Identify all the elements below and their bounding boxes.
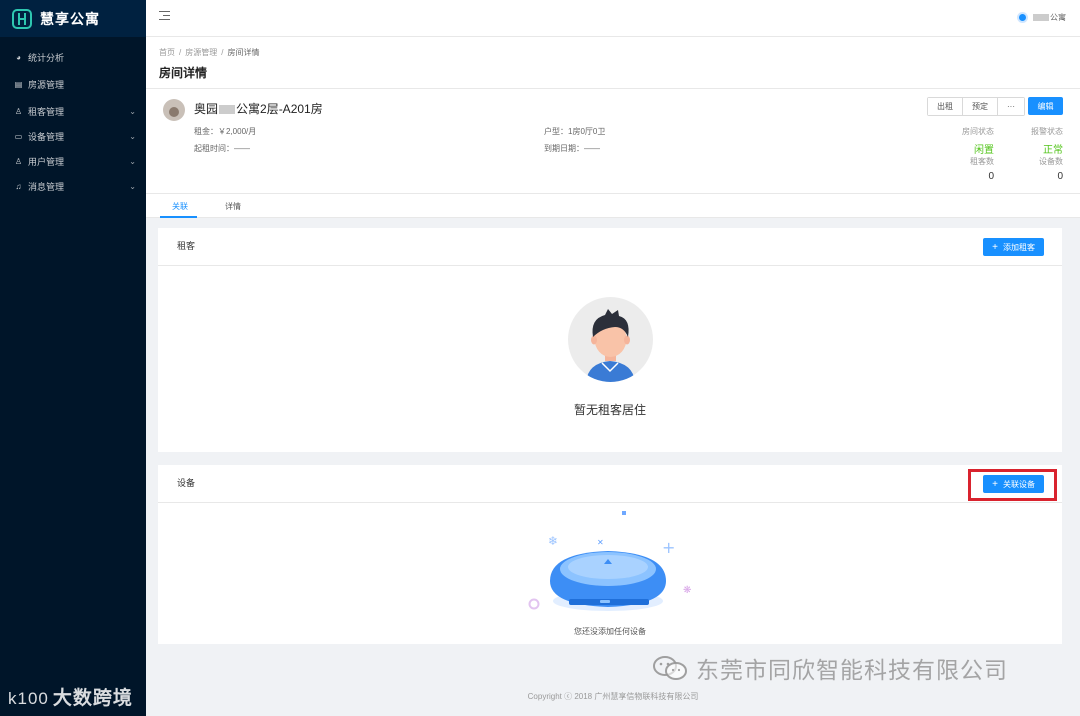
room-avatar xyxy=(163,99,185,121)
device-card-header: 设备 + 关联设备 xyxy=(158,465,1062,503)
bell-icon: ♫ xyxy=(15,182,22,191)
tab-active-indicator xyxy=(160,216,197,218)
tenant-card: 租客 + 添加租客 暂无租客居住 xyxy=(158,228,1062,452)
svg-text:❋: ❋ xyxy=(683,585,691,596)
end-date-field: 到期日期：—— xyxy=(544,144,600,153)
user-icon: ♙ xyxy=(14,107,23,116)
breadcrumb-home[interactable]: 首页 xyxy=(159,48,175,57)
avatar xyxy=(1017,12,1028,23)
sidebar-item-statistics[interactable]: ◕ 统计分析 xyxy=(0,45,146,70)
breadcrumb-listings[interactable]: 房源管理 xyxy=(185,48,217,57)
sidebar-item-listings[interactable]: ▤ 房源管理 xyxy=(0,72,146,97)
sidebar-item-users[interactable]: ♙ 用户管理 ⌄ xyxy=(0,149,146,174)
empty-tenant-illustration xyxy=(568,297,653,382)
sidebar-item-label: 用户管理 xyxy=(28,157,65,167)
footer-copyright: Copyright ⓒ 2018 广州慧享信物联科技有限公司 xyxy=(527,692,699,701)
highlight-box xyxy=(968,469,1057,501)
device-count-stat: 设备数 0 xyxy=(1039,157,1063,182)
sidebar-item-devices[interactable]: ▭ 设备管理 ⌄ xyxy=(0,124,146,149)
page-title: 房间详情 xyxy=(159,66,208,80)
reserve-button[interactable]: 预定 xyxy=(963,98,998,115)
tab-details[interactable]: 详情 xyxy=(225,201,241,212)
sidebar-item-messages[interactable]: ♫ 消息管理 ⌄ xyxy=(0,174,146,199)
wechat-watermark-text: 东莞市同欣智能科技有限公司 xyxy=(696,657,1008,683)
alarm-status-stat: 报警状态 正常 xyxy=(1031,127,1063,156)
menu-fold-icon[interactable] xyxy=(159,11,170,21)
svg-text:+: + xyxy=(662,538,675,557)
breadcrumb-current: 房间详情 xyxy=(227,48,260,57)
svg-text:❄: ❄ xyxy=(548,534,558,548)
building-icon: ▤ xyxy=(14,80,23,89)
user-menu[interactable]: 公寓 xyxy=(1017,12,1066,23)
sidebar-menu: ◕ 统计分析 ▤ 房源管理 ♙ 租客管理 ⌄ ▭ 设备管理 ⌄ ♙ 用户管理 ⌄… xyxy=(0,45,146,199)
rent-field: 租金：￥2,000/月 xyxy=(194,127,257,136)
logo-icon xyxy=(12,8,32,29)
redacted-text xyxy=(1033,14,1049,21)
layout-field: 户型：1房0厅0卫 xyxy=(544,127,606,136)
chevron-down-icon: ⌄ xyxy=(129,107,136,116)
breadcrumb: 首页 / 房源管理 / 房间详情 xyxy=(159,48,260,57)
room-status-stat: 房间状态 闲置 xyxy=(962,127,994,156)
plus-icon: + xyxy=(992,241,998,253)
tenant-card-header: 租客 + 添加租客 xyxy=(158,228,1062,266)
sidebar-item-label: 消息管理 xyxy=(28,182,65,192)
sidebar-watermark: k100 大数跨境 xyxy=(8,683,133,710)
sidebar-item-label: 统计分析 xyxy=(28,53,65,63)
chevron-down-icon: ⌄ xyxy=(129,157,136,166)
sidebar-item-tenants[interactable]: ♙ 租客管理 ⌄ xyxy=(0,99,146,124)
tab-relations[interactable]: 关联 xyxy=(172,201,188,212)
tenant-count-stat: 租客数 0 xyxy=(970,157,994,182)
user-name: 公寓 xyxy=(1050,13,1066,22)
empty-device-illustration: ❄ ✕ + ❋ xyxy=(528,511,691,611)
wechat-icon xyxy=(653,656,687,680)
sidebar-item-label: 设备管理 xyxy=(28,132,65,142)
tenant-empty-text: 暂无租客居住 xyxy=(573,403,646,417)
app-name: 慧享公寓 xyxy=(40,10,100,27)
watermark-text: 大数跨境 xyxy=(52,688,133,709)
user-icon: ♙ xyxy=(14,157,23,166)
wechat-watermark: 东莞市同欣智能科技有限公司 xyxy=(652,651,1008,685)
room-info-card: 奥园 公寓2层-A201房 租金：￥2,000/月 起租时间：—— 户型：1房0厅… xyxy=(146,88,1080,193)
sidebar-item-label: 租客管理 xyxy=(28,107,65,117)
start-date-field: 起租时间：—— xyxy=(194,144,250,153)
app-logo[interactable]: 慧享公寓 xyxy=(0,0,146,37)
detail-tabs: 关联 详情 xyxy=(146,193,1080,218)
room-name: 奥园 公寓2层-A201房 xyxy=(194,102,323,116)
chevron-down-icon: ⌄ xyxy=(129,182,136,191)
watermark-logo: k100 xyxy=(8,689,49,708)
more-button[interactable]: ··· xyxy=(998,98,1024,115)
sidebar-item-label: 房源管理 xyxy=(28,80,65,90)
monitor-icon: ▭ xyxy=(14,132,23,141)
tenant-card-title: 租客 xyxy=(177,241,196,251)
add-tenant-button[interactable]: + 添加租客 xyxy=(983,238,1044,256)
room-actions: 出租 预定 ··· xyxy=(927,97,1025,116)
svg-text:✕: ✕ xyxy=(597,538,604,547)
edit-button[interactable]: 编辑 xyxy=(1028,97,1063,115)
page-header: 首页 / 房源管理 / 房间详情 房间详情 xyxy=(146,37,1080,88)
device-card-title: 设备 xyxy=(177,478,196,488)
top-header: 公寓 xyxy=(146,0,1080,37)
device-empty-text: 您还没添加任何设备 xyxy=(574,627,646,636)
pie-chart-icon: ◕ xyxy=(16,53,21,62)
device-card: 设备 + 关联设备 ❄ ✕ + ❋ 您还没添加任何设备 xyxy=(158,465,1062,644)
sidebar: 慧享公寓 ◕ 统计分析 ▤ 房源管理 ♙ 租客管理 ⌄ ▭ 设备管理 ⌄ ♙ 用… xyxy=(0,0,146,716)
chevron-down-icon: ⌄ xyxy=(129,132,136,141)
rent-out-button[interactable]: 出租 xyxy=(928,98,963,115)
